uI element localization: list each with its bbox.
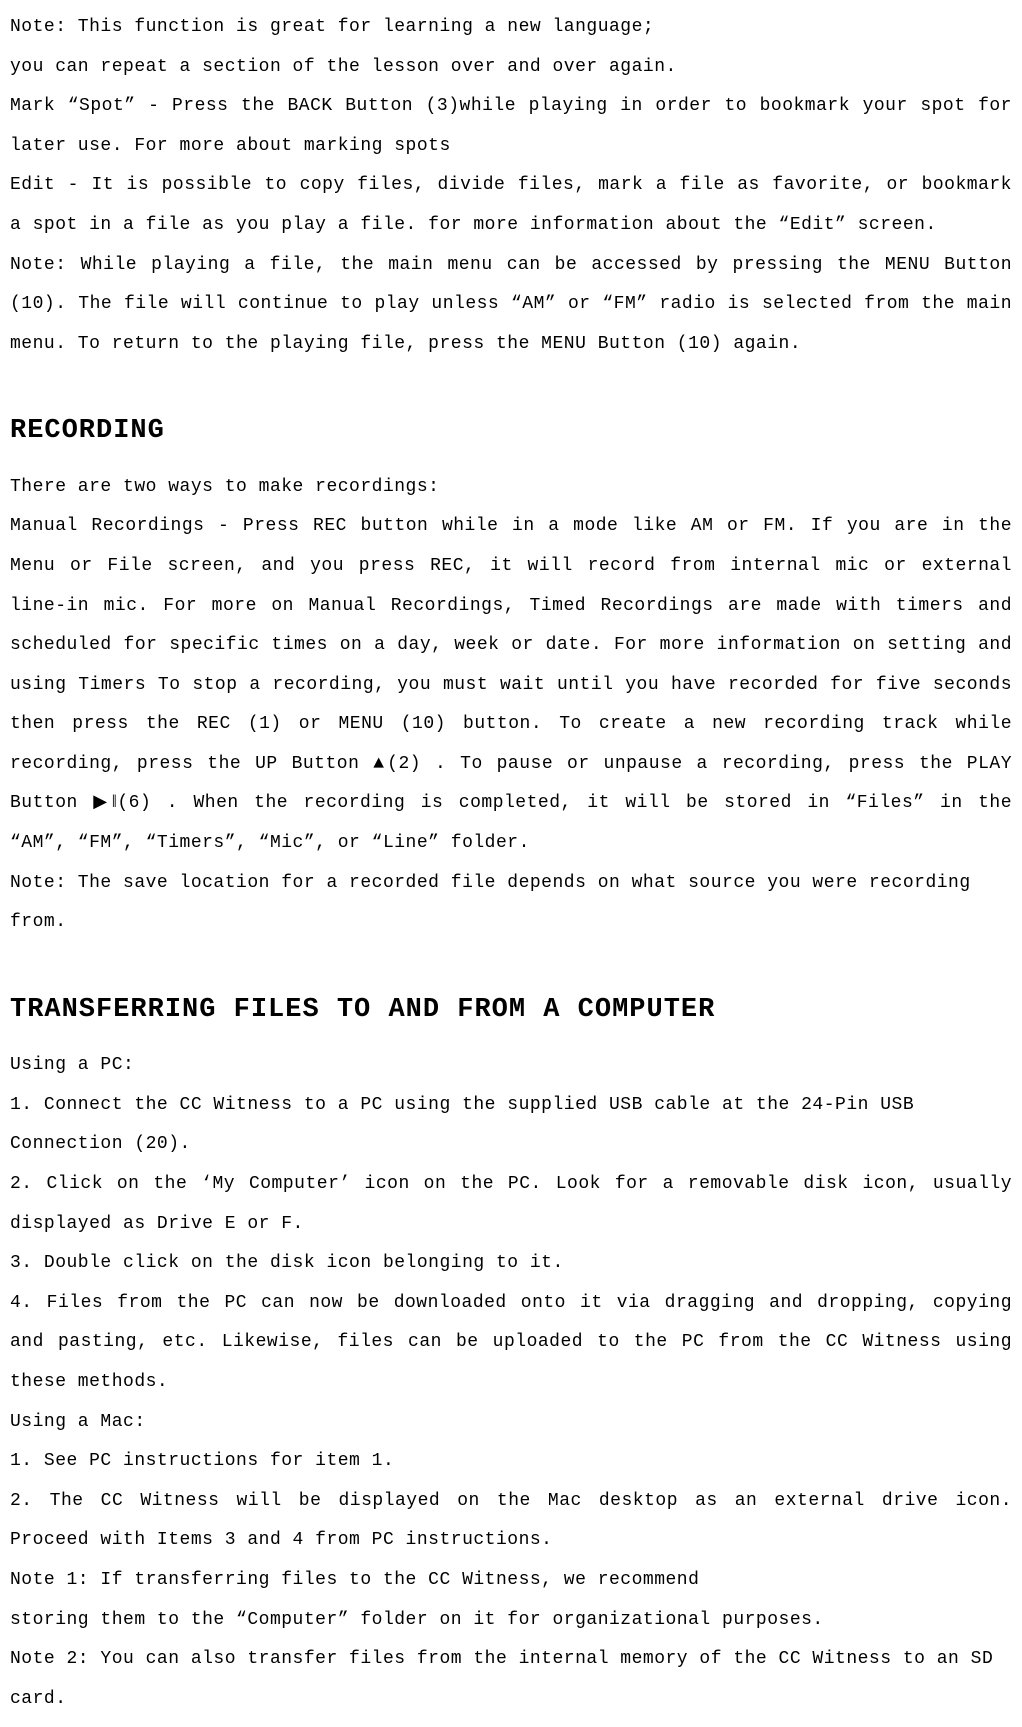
using-mac-label: Using a Mac: [10, 1403, 1012, 1443]
pc-step-3: 3. Double click on the disk icon belongi… [10, 1244, 1012, 1284]
note-1-line-1: Note 1: If transferring files to the CC … [10, 1561, 1012, 1601]
transferring-heading: TRANSFERRING FILES TO AND FROM A COMPUTE… [10, 981, 1012, 1040]
mac-step-1: 1. See PC instructions for item 1. [10, 1442, 1012, 1482]
pc-step-4: 4. Files from the PC can now be download… [10, 1284, 1012, 1403]
note-line-2: you can repeat a section of the lesson o… [10, 48, 1012, 88]
recording-note: Note: The save location for a recorded f… [10, 864, 1012, 943]
mark-spot-paragraph: Mark “Spot” - Press the BACK Button (3)w… [10, 87, 1012, 166]
edit-paragraph: Edit - It is possible to copy files, div… [10, 166, 1012, 245]
recording-heading: RECORDING [10, 402, 1012, 461]
note-2: Note 2: You can also transfer files from… [10, 1640, 1012, 1719]
pc-step-1: 1. Connect the CC Witness to a PC using … [10, 1086, 1012, 1165]
recording-body: Manual Recordings - Press REC button whi… [10, 507, 1012, 863]
note-line-1: Note: This function is great for learnin… [10, 8, 1012, 48]
using-pc-label: Using a PC: [10, 1046, 1012, 1086]
note-menu-paragraph: Note: While playing a file, the main men… [10, 246, 1012, 365]
pc-step-2: 2. Click on the ‘My Computer’ icon on th… [10, 1165, 1012, 1244]
mac-step-2: 2. The CC Witness will be displayed on t… [10, 1482, 1012, 1561]
recording-intro: There are two ways to make recordings: [10, 468, 1012, 508]
note-1-line-2: storing them to the “Computer” folder on… [10, 1601, 1012, 1641]
